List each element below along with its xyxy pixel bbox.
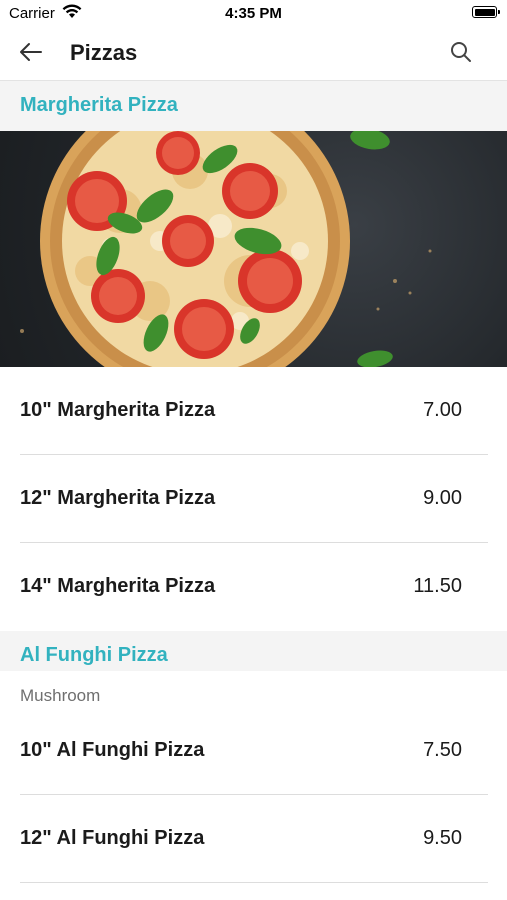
section-subtitle: Mushroom bbox=[20, 686, 101, 705]
section-header-margherita: Margherita Pizza bbox=[0, 81, 507, 131]
item-name: 10" Margherita Pizza bbox=[20, 399, 216, 421]
menu-item-row[interactable]: 14" Margherita Pizza 11.50 bbox=[20, 543, 488, 631]
item-price: 9.50 bbox=[423, 827, 462, 849]
margherita-pizza-image bbox=[0, 131, 507, 367]
battery-icon bbox=[472, 6, 500, 18]
page-title: Pizzas bbox=[70, 40, 138, 65]
item-name: 10" Al Funghi Pizza bbox=[20, 739, 205, 761]
menu-item-row[interactable]: 12" Al Funghi Pizza 9.50 bbox=[20, 795, 488, 883]
arrow-left-icon bbox=[19, 42, 43, 67]
menu-item-row[interactable]: 10" Al Funghi Pizza 7.50 bbox=[20, 707, 488, 795]
section-header-al-funghi: Al Funghi Pizza bbox=[0, 631, 507, 671]
status-time: 4:35 PM bbox=[225, 5, 282, 22]
item-price: 7.00 bbox=[423, 399, 462, 421]
menu-item-row[interactable]: 10" Margherita Pizza 7.00 bbox=[20, 367, 488, 455]
search-icon bbox=[450, 41, 472, 68]
item-price: 9.00 bbox=[423, 487, 462, 509]
item-price: 7.50 bbox=[423, 739, 462, 761]
navigation-bar: Pizzas bbox=[0, 28, 507, 81]
status-bar: Carrier 4:35 PM bbox=[0, 0, 507, 28]
menu-item-row[interactable]: 12" Margherita Pizza 9.00 bbox=[20, 455, 488, 543]
section-title: Margherita Pizza bbox=[20, 94, 178, 116]
item-name: 12" Margherita Pizza bbox=[20, 487, 216, 509]
search-button[interactable] bbox=[445, 38, 477, 70]
item-name: 14" Margherita Pizza bbox=[20, 575, 216, 597]
item-price: 11.50 bbox=[413, 575, 462, 597]
back-button[interactable] bbox=[14, 38, 48, 70]
item-name: 12" Al Funghi Pizza bbox=[20, 827, 205, 849]
section-title: Al Funghi Pizza bbox=[20, 644, 168, 666]
pizza-illustration bbox=[20, 131, 432, 367]
